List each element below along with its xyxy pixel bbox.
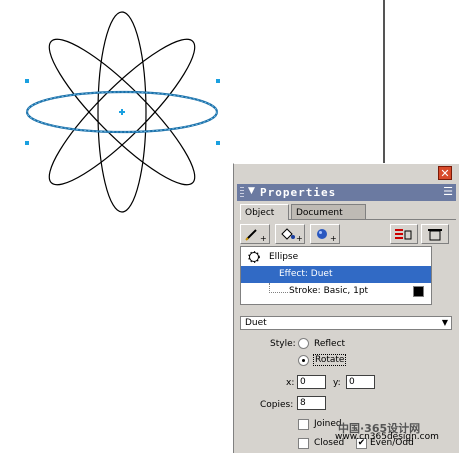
effect-select-value: Duet <box>245 318 267 328</box>
svg-text:+: + <box>296 234 303 243</box>
copies-input[interactable]: 8 <box>297 396 326 410</box>
trash-button[interactable] <box>421 224 449 244</box>
copies-label: Copies: <box>260 400 294 410</box>
radio-rotate[interactable] <box>298 355 309 366</box>
collapse-triangle-icon[interactable]: ▼ <box>248 186 255 196</box>
tab-divider <box>289 219 456 220</box>
closed-checkbox[interactable] <box>298 438 309 449</box>
radio-reflect-label[interactable]: Reflect <box>314 339 345 349</box>
close-icon[interactable]: ✕ <box>438 166 452 180</box>
selection-handle <box>25 79 29 83</box>
joined-checkbox[interactable] <box>298 419 309 430</box>
panel-menu-icon[interactable]: ☰ <box>443 185 453 198</box>
ellipse-icon <box>248 251 260 263</box>
delete-attribute-button[interactable] <box>390 224 418 244</box>
radio-rotate-label[interactable]: Rotate <box>313 354 347 366</box>
attribute-list: Ellipse Effect: Duet Stroke: Basic, 1pt <box>240 246 432 305</box>
object-name-label: Ellipse <box>269 252 299 262</box>
grip-icon[interactable] <box>240 187 244 198</box>
x-label: x: <box>286 378 295 388</box>
attribute-row-object[interactable]: Ellipse <box>241 249 431 266</box>
selection-handle <box>25 141 29 145</box>
add-stroke-icon: + <box>245 229 267 243</box>
attribute-toolbar: + + + <box>240 224 452 244</box>
x-input[interactable]: 0 <box>297 375 326 389</box>
stroke-label: Stroke: Basic, 1pt <box>289 286 369 296</box>
attribute-row-effect[interactable]: Effect: Duet <box>241 266 431 283</box>
stroke-color-swatch[interactable] <box>413 286 424 297</box>
tree-connector <box>269 283 288 293</box>
attribute-list-gutter <box>433 246 450 305</box>
svg-text:+: + <box>260 234 267 243</box>
effect-select[interactable]: Duet ▼ <box>240 316 452 330</box>
add-effect-button[interactable]: + <box>310 224 340 244</box>
svg-text:+: + <box>330 234 337 243</box>
trash-icon <box>428 229 442 241</box>
radio-reflect[interactable] <box>298 338 309 349</box>
tab-object[interactable]: Object <box>240 204 289 220</box>
watermark-url: www.cn365design.com <box>335 432 439 442</box>
center-point-icon <box>119 109 125 115</box>
selection-handle <box>216 79 220 83</box>
add-fill-icon: + <box>281 228 303 243</box>
delete-attribute-icon <box>395 229 412 240</box>
add-fill-button[interactable]: + <box>275 224 305 244</box>
style-label: Style: <box>270 339 296 349</box>
tab-document[interactable]: Document <box>291 204 366 220</box>
chevron-down-icon[interactable]: ▼ <box>440 317 450 329</box>
selection-handle <box>216 141 220 145</box>
y-input[interactable]: 0 <box>346 375 375 389</box>
attribute-row-stroke[interactable]: Stroke: Basic, 1pt <box>241 283 431 300</box>
effect-label: Effect: Duet <box>279 269 333 279</box>
add-stroke-button[interactable]: + <box>240 224 270 244</box>
add-effect-icon: + <box>317 229 337 243</box>
y-label: y: <box>333 378 341 388</box>
panel-title: Properties <box>260 186 337 199</box>
panel-titlebar[interactable]: ▼ Properties ☰ <box>237 184 456 201</box>
canvas-divider-line <box>383 0 385 163</box>
